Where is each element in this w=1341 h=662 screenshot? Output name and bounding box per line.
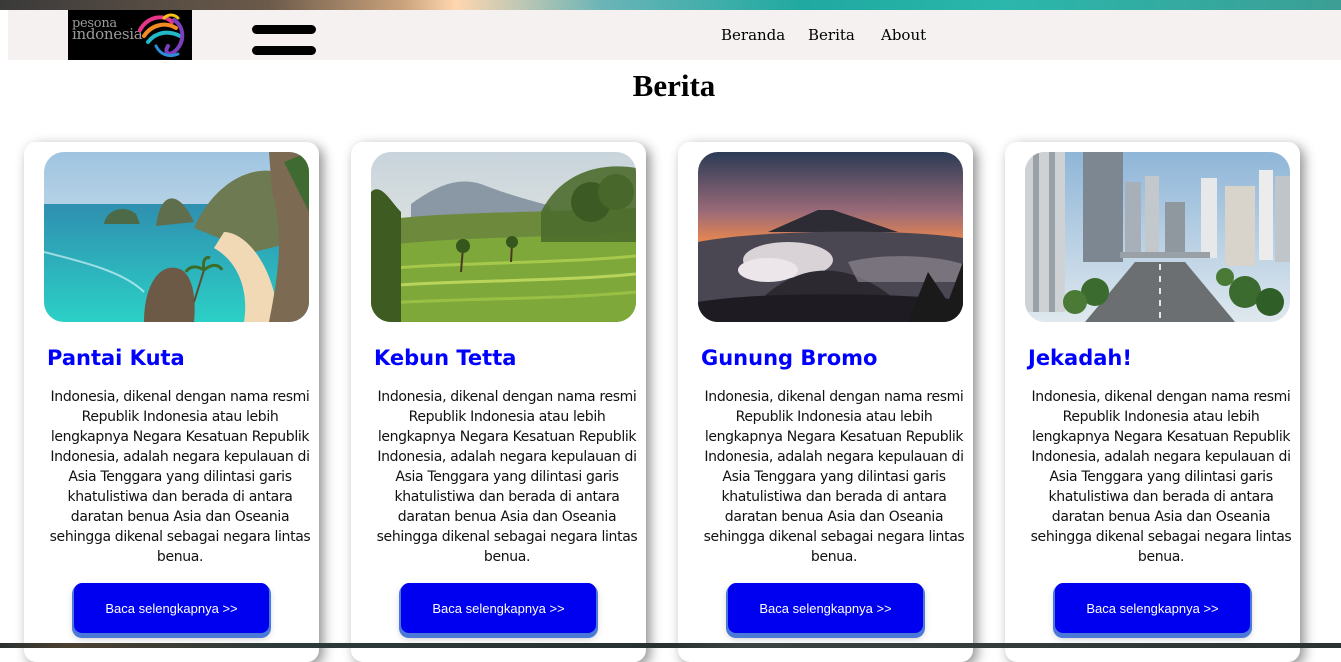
news-card: Pantai Kuta Indonesia, dikenal dengan na… — [24, 142, 319, 662]
nav-link-berita[interactable]: Berita — [808, 26, 855, 44]
card-image-rice-terraces[interactable] — [371, 152, 636, 322]
garuda-bird-icon — [138, 13, 185, 58]
read-more-button[interactable]: Baca selengkapnya >> — [401, 583, 596, 633]
news-card: Kebun Tetta Indonesia, dikenal dengan na… — [351, 142, 646, 662]
news-card: Gunung Bromo Indonesia, dikenal dengan n… — [678, 142, 973, 662]
pesona-indonesia-logo[interactable]: pesona indonesia — [68, 10, 192, 60]
hamburger-menu-icon[interactable] — [252, 25, 316, 57]
card-title[interactable]: Kebun Tetta — [374, 346, 516, 370]
nav-link-about[interactable]: About — [881, 26, 926, 44]
card-image-volcano[interactable] — [698, 152, 963, 322]
card-description: Indonesia, dikenal dengan nama resmi Rep… — [376, 389, 638, 565]
card-title[interactable]: Jekadah! — [1028, 346, 1132, 370]
card-title[interactable]: Gunung Bromo — [701, 346, 877, 370]
page-title: Berita — [632, 68, 716, 103]
read-more-button[interactable]: Baca selengkapnya >> — [74, 583, 269, 633]
logo-line2: indonesia — [72, 25, 143, 43]
card-image-city[interactable] — [1025, 152, 1290, 322]
card-title[interactable]: Pantai Kuta — [47, 346, 185, 370]
card-description: Indonesia, dikenal dengan nama resmi Rep… — [703, 389, 965, 565]
navbar — [8, 10, 1341, 60]
read-more-button[interactable]: Baca selengkapnya >> — [728, 583, 923, 633]
bottom-photo-strip — [0, 643, 1341, 648]
news-card: Jekadah! Indonesia, dikenal dengan nama … — [1005, 142, 1300, 662]
card-description: Indonesia, dikenal dengan nama resmi Rep… — [1030, 389, 1292, 565]
header-photo-strip — [0, 0, 1341, 10]
nav-link-beranda[interactable]: Beranda — [721, 26, 785, 44]
read-more-button[interactable]: Baca selengkapnya >> — [1055, 583, 1250, 633]
card-description: Indonesia, dikenal dengan nama resmi Rep… — [49, 389, 311, 565]
card-image-beach[interactable] — [44, 152, 309, 322]
